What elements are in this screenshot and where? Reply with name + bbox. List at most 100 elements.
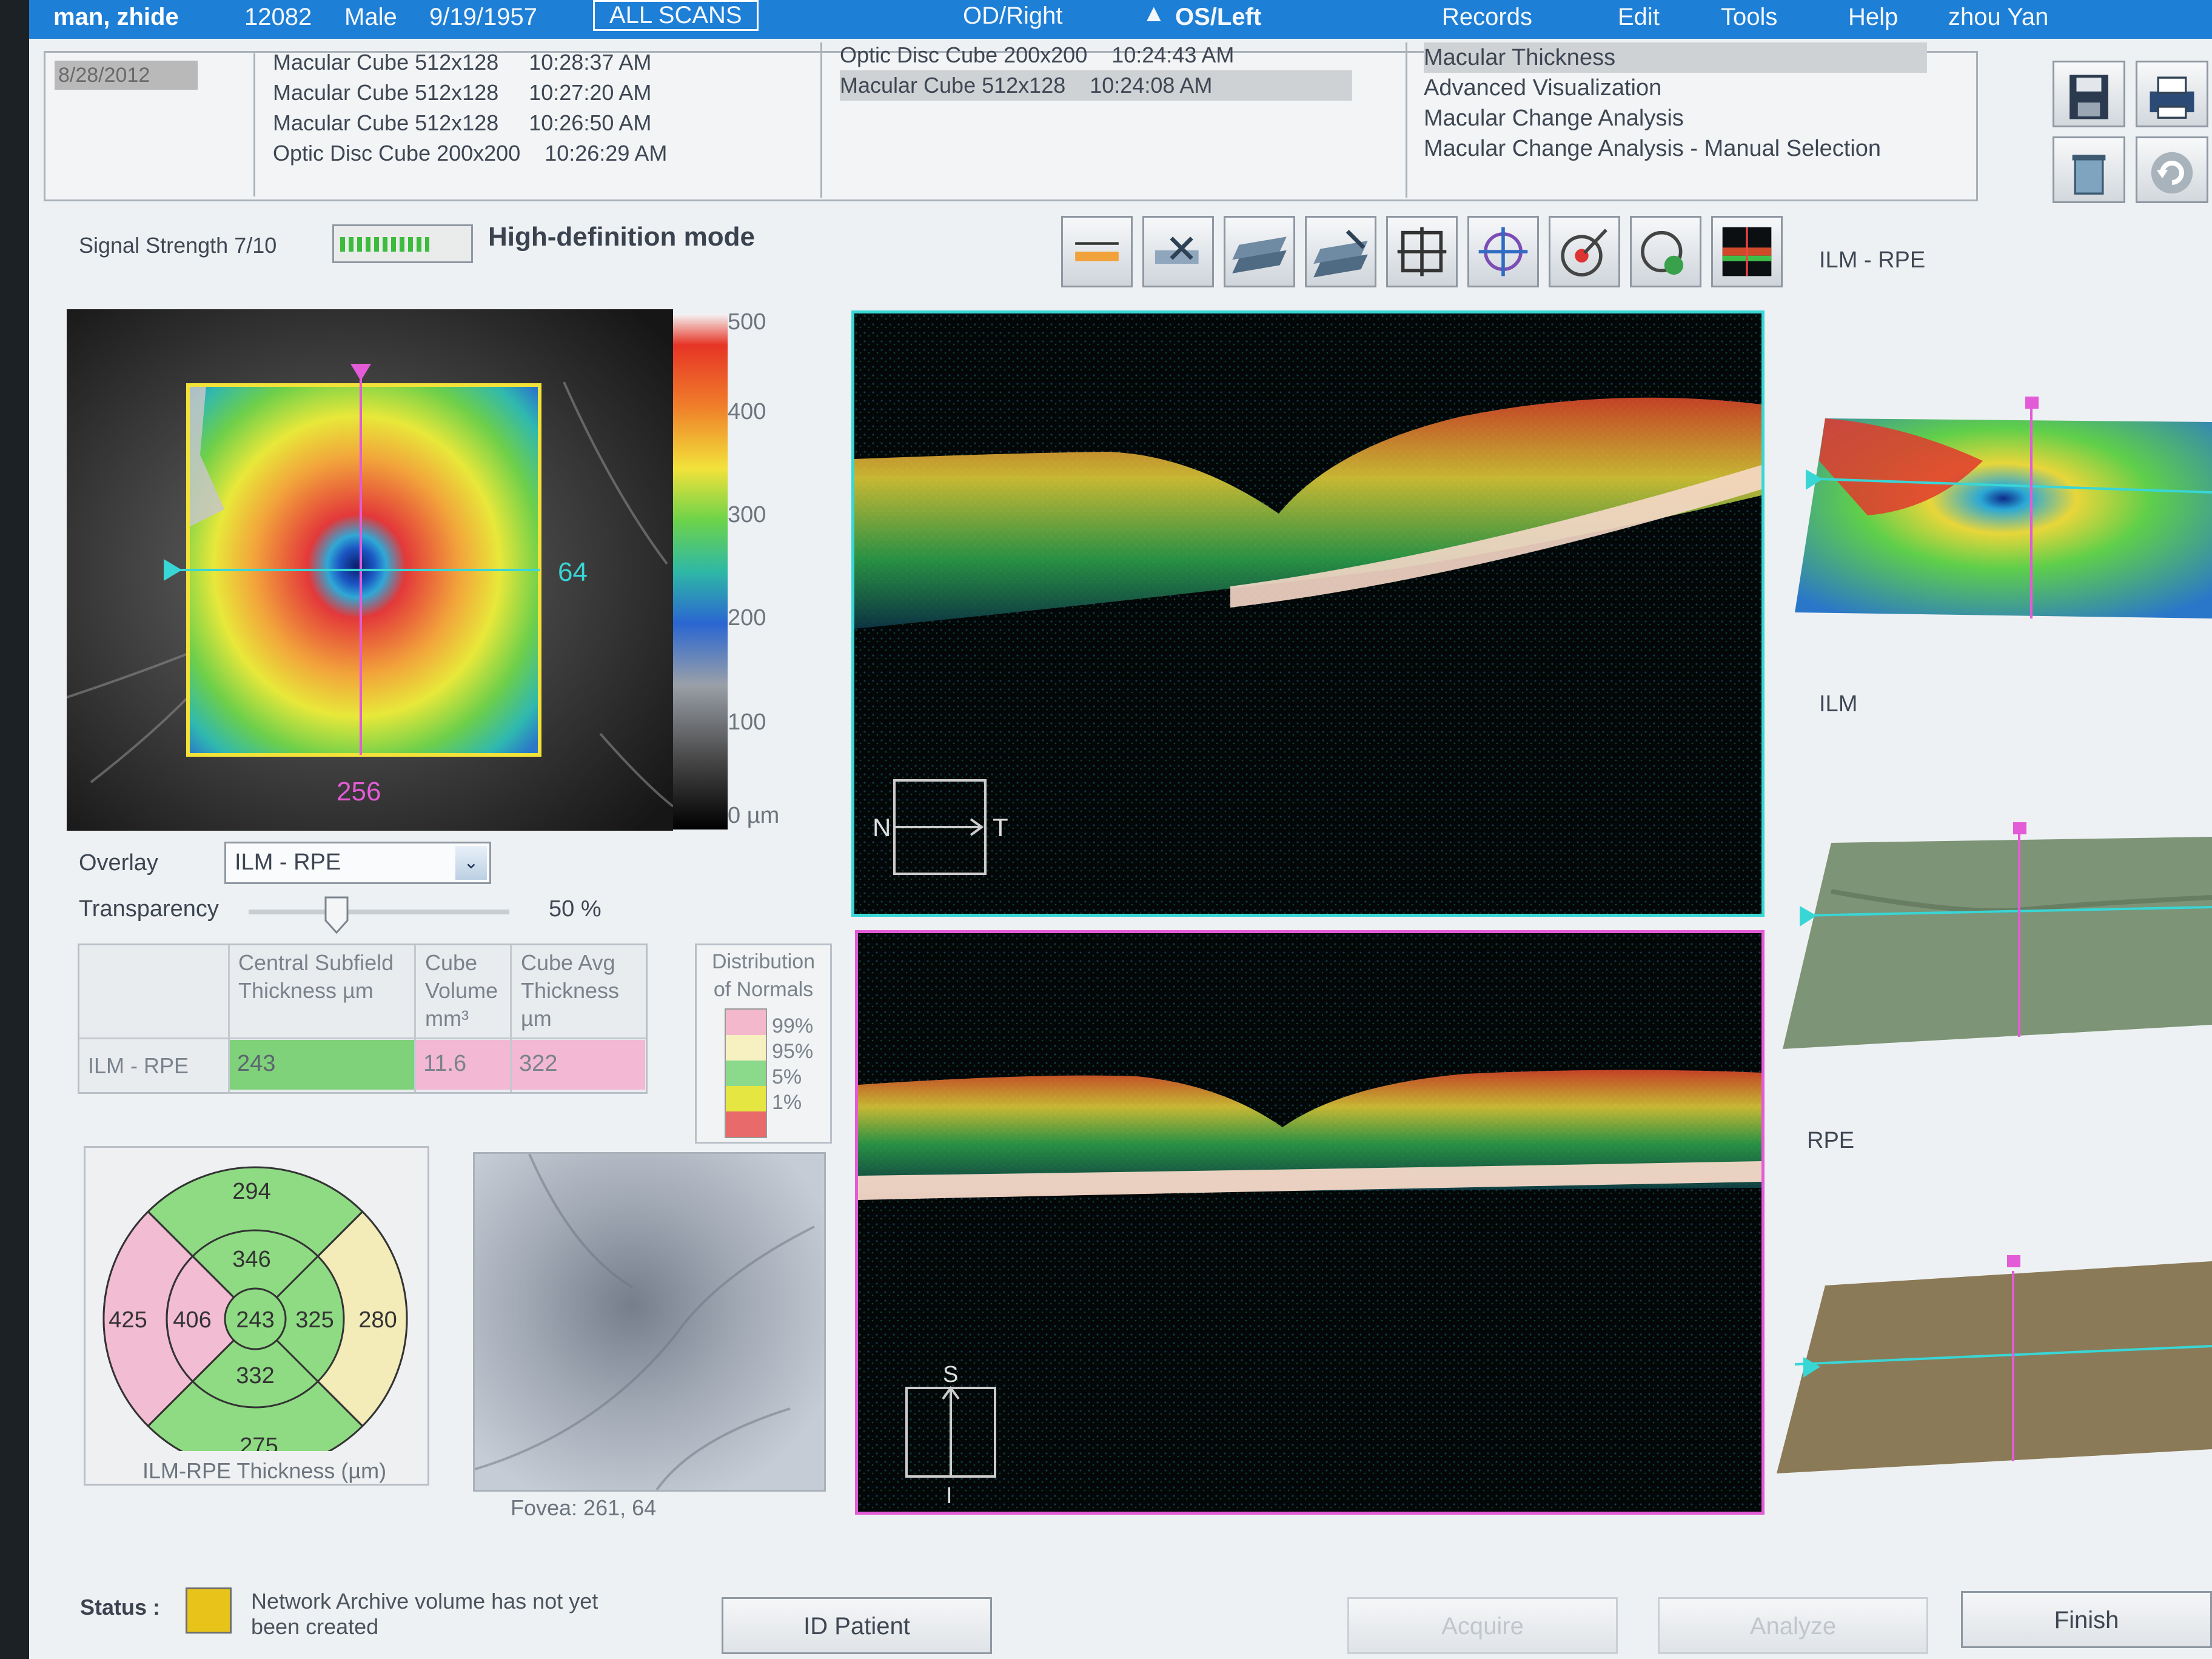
scan-filter[interactable]: ALL SCANS xyxy=(593,0,759,31)
scan-date[interactable]: 8/28/2012 xyxy=(55,61,198,90)
acquire-button[interactable]: Acquire xyxy=(1347,1597,1618,1654)
erase-tool-button[interactable] xyxy=(1142,216,1214,287)
layer-tool-button[interactable] xyxy=(1224,216,1295,287)
table-header: Central Subfield Thickness µm xyxy=(238,950,394,1003)
scan-item[interactable]: Optic Disc Cube 200x200 10:24:43 AM xyxy=(840,40,1352,70)
bscan-tool-button[interactable] xyxy=(1711,216,1783,287)
patient-dob: 9/19/1957 xyxy=(429,4,537,30)
eye-os[interactable]: OS/Left xyxy=(1175,4,1261,31)
user-name: zhou Yan xyxy=(1948,4,2049,30)
etdrs-caption: ILM-RPE Thickness (µm) xyxy=(142,1458,387,1483)
eye-od[interactable]: OD/Right xyxy=(963,2,1063,30)
disc-icon xyxy=(1641,230,1684,275)
finish-button[interactable]: Finish xyxy=(1961,1591,2212,1648)
surface-3d-ilm[interactable] xyxy=(1783,819,2212,1049)
erase-icon xyxy=(1155,236,1199,264)
overlay-select[interactable]: ILM - RPE ⌄ xyxy=(224,842,491,884)
scale-label: 0 µm xyxy=(728,803,780,828)
surface-marker-icon[interactable] xyxy=(2025,397,2039,409)
analysis-item-selected[interactable]: Macular Thickness xyxy=(1424,42,1927,73)
undo-icon xyxy=(2151,152,2193,194)
normals-swatch xyxy=(726,1061,766,1086)
outer-bottom-value: 275 xyxy=(240,1433,278,1451)
transparency-slider-thumb[interactable] xyxy=(324,896,349,934)
menu-tools[interactable]: Tools xyxy=(1721,4,1777,31)
outer-top-value: 294 xyxy=(232,1179,270,1204)
scan-list-os: Optic Disc Cube 200x200 10:24:43 AM Macul… xyxy=(840,40,1352,101)
v-line-index: 256 xyxy=(337,777,381,806)
scale-label: 500 xyxy=(728,309,766,335)
undo-button[interactable] xyxy=(2136,136,2208,203)
transparency-slider[interactable] xyxy=(249,910,509,914)
menu-edit[interactable]: Edit xyxy=(1618,4,1660,31)
normals-swatch xyxy=(726,1111,766,1137)
grid-tool-button[interactable] xyxy=(1386,216,1458,287)
crosshair-icon xyxy=(1478,227,1528,276)
analysis-item[interactable]: Macular Change Analysis - Manual Selecti… xyxy=(1424,133,1927,164)
grid-icon xyxy=(1397,227,1447,276)
center-value: 243 xyxy=(236,1307,274,1333)
analyze-button[interactable]: Analyze xyxy=(1658,1597,1928,1654)
print-button[interactable] xyxy=(2136,61,2208,127)
scan-item-selected[interactable]: Macular Cube 512x128 10:24:08 AM xyxy=(840,70,1352,101)
cube-volume-cell: 11.6 xyxy=(416,1040,510,1090)
divider xyxy=(1406,42,1407,198)
eye-arrow-icon: ▲ xyxy=(1142,0,1166,27)
ruler-icon xyxy=(1075,242,1119,261)
menu-records[interactable]: Records xyxy=(1442,4,1532,31)
trash-icon xyxy=(2072,155,2106,195)
chevron-down-icon[interactable]: ⌄ xyxy=(455,846,487,880)
analysis-item[interactable]: Macular Change Analysis xyxy=(1424,103,1927,133)
status-message: Network Archive volume has not yet been … xyxy=(251,1589,598,1639)
layer-edit-button[interactable] xyxy=(1305,216,1376,287)
fundus-panel xyxy=(473,1152,826,1492)
analysis-item[interactable]: Advanced Visualization xyxy=(1424,73,1927,103)
divider xyxy=(253,53,255,196)
signal-bar xyxy=(332,224,473,263)
surface-3d-rpe[interactable] xyxy=(1777,1249,2212,1480)
delete-button[interactable] xyxy=(2053,136,2125,203)
bscan-horizontal[interactable]: N T xyxy=(851,310,1765,917)
scan-item[interactable]: Optic Disc Cube 200x200 10:26:29 AM xyxy=(273,138,667,169)
surface-marker-icon[interactable] xyxy=(2007,1255,2020,1267)
signal-fill xyxy=(340,237,429,252)
scan-item[interactable]: Macular Cube 512x128 10:27:20 AM xyxy=(273,78,667,108)
inner-bottom-value: 332 xyxy=(236,1363,274,1389)
etdrs-grid-panel: 294 425 280 275 346 406 325 332 243 ILM-… xyxy=(84,1146,429,1486)
crosshair-tool-button[interactable] xyxy=(1467,216,1539,287)
patient-name: man, zhide xyxy=(53,4,179,30)
bscan-vertical[interactable]: S I xyxy=(855,930,1765,1515)
scan-item[interactable]: Macular Cube 512x128 10:28:37 AM xyxy=(273,47,667,78)
printer-icon xyxy=(2150,76,2194,119)
patient-id: 12082 xyxy=(244,4,312,30)
surface-marker-icon[interactable] xyxy=(2013,822,2026,834)
label-inferior: I xyxy=(946,1483,953,1509)
outer-right-value: 280 xyxy=(358,1307,397,1333)
overlay-label: Overlay xyxy=(79,850,158,876)
thickness-map-view[interactable]: 64 256 xyxy=(66,309,674,831)
id-patient-button[interactable]: ID Patient xyxy=(722,1597,992,1654)
table-row-label: ILM - RPE xyxy=(88,1053,189,1078)
h-line-index: 64 xyxy=(558,557,588,587)
table-header: Cube Avg Thickness µm xyxy=(521,950,620,1031)
csf-thickness-cell: 243 xyxy=(230,1040,414,1090)
table-header: Cube Volume mm³ xyxy=(425,950,498,1031)
status-label: Status : xyxy=(80,1595,161,1620)
normals-levels: 99% 95% 5% 1% xyxy=(772,1014,814,1114)
scan-list-od: Macular Cube 512x128 10:28:37 AM Macular … xyxy=(273,47,667,169)
transparency-value: 50 % xyxy=(549,896,602,922)
menu-help[interactable]: Help xyxy=(1848,4,1898,31)
normals-swatch xyxy=(726,1035,766,1061)
divider xyxy=(820,42,822,198)
target-tool-button[interactable] xyxy=(1549,216,1620,287)
thickness-table: Central Subfield Thickness µm Cube Volum… xyxy=(78,943,648,1094)
analysis-list: Macular Thickness Advanced Visualization… xyxy=(1424,42,1927,164)
disc-tool-button[interactable] xyxy=(1630,216,1701,287)
measure-tool-button[interactable] xyxy=(1061,216,1133,287)
scan-item[interactable]: Macular Cube 512x128 10:26:50 AM xyxy=(273,108,667,138)
label-nasal: N xyxy=(873,813,891,842)
surface-label-top: ILM - RPE xyxy=(1819,247,1926,273)
save-button[interactable] xyxy=(2053,61,2125,127)
status-indicator xyxy=(186,1587,232,1634)
surface-3d-ilm-rpe[interactable] xyxy=(1783,388,2212,631)
